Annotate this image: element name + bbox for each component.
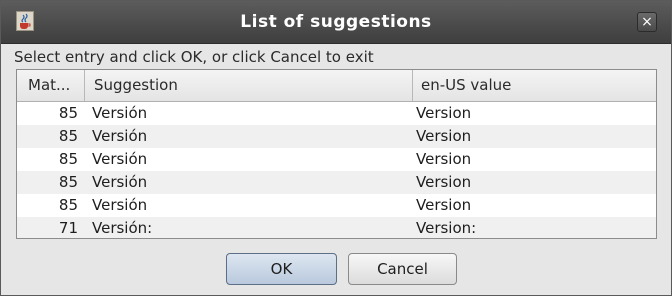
column-header-en-us-value[interactable]: en-US value [413,70,656,101]
close-button[interactable]: × [637,12,657,32]
suggestions-dialog: List of suggestions × Select entry and c… [0,0,672,296]
column-header-suggestion[interactable]: Suggestion [85,70,413,101]
table-row[interactable]: 71 Versión: Version: [17,217,656,238]
value-cell: Version [416,196,472,214]
column-header-match[interactable]: Mat... [17,70,85,101]
dialog-title: List of suggestions [240,12,432,32]
table-row[interactable]: 85 Versión Version [17,125,656,148]
match-cell: 85 [58,104,78,122]
value-cell: Version [416,104,472,122]
cancel-button[interactable]: Cancel [348,253,457,285]
table-header: Mat... Suggestion en-US value [17,70,656,102]
match-cell: 85 [58,196,78,214]
table-row[interactable]: 85 Versión Version [17,171,656,194]
suggestion-cell: Versión [92,150,148,168]
match-cell: 85 [58,150,78,168]
suggestions-table: Mat... Suggestion en-US value 85 Versión… [16,69,657,239]
suggestion-cell: Versión: [92,219,153,237]
suggestion-cell: Versión [92,104,148,122]
table-body: 85 Versión Version 85 Versión Version 85… [17,102,656,238]
instruction-text: Select entry and click OK, or click Canc… [14,48,374,66]
suggestion-cell: Versión [92,173,148,191]
value-cell: Version [416,150,472,168]
suggestion-cell: Versión [92,127,148,145]
match-cell: 85 [58,173,78,191]
value-cell: Version [416,173,472,191]
match-cell: 71 [58,219,78,237]
ok-button[interactable]: OK [226,253,337,285]
value-cell: Version [416,127,472,145]
table-row[interactable]: 85 Versión Version [17,194,656,217]
table-row[interactable]: 85 Versión Version [17,148,656,171]
table-row[interactable]: 85 Versión Version [17,102,656,125]
value-cell: Version: [416,219,477,237]
title-bar[interactable]: List of suggestions × [1,1,671,44]
suggestion-cell: Versión [92,196,148,214]
match-cell: 85 [58,127,78,145]
